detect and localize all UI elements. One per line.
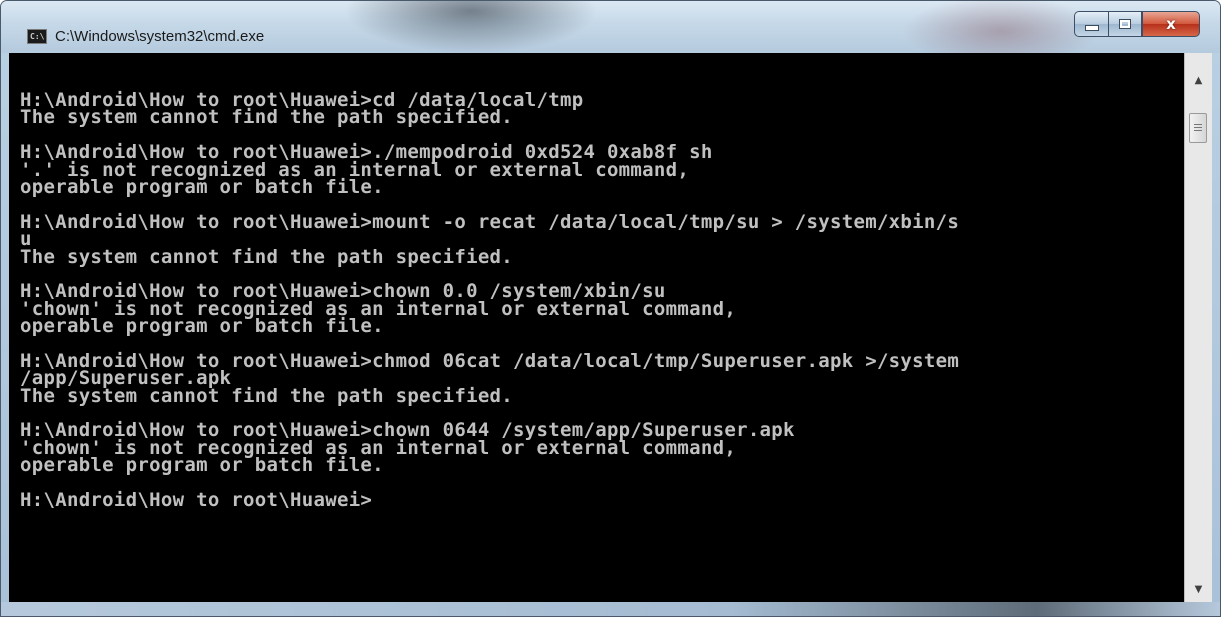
window-title: C:\Windows\system32\cmd.exe <box>55 28 265 45</box>
console-line: The system cannot find the path specifie… <box>20 384 514 407</box>
console-line: H:\Android\How to root\Huawei>chown 0644… <box>20 419 795 442</box>
scroll-down-button[interactable]: ▼ <box>1185 576 1212 602</box>
console-line: H:\Android\How to root\Huawei>mount -o r… <box>20 210 960 233</box>
cmd-window: C:\ C:\Windows\system32\cmd.exe x H:\And… <box>0 0 1221 617</box>
scroll-up-arrow-icon: ▲ <box>1194 74 1203 86</box>
scroll-up-button[interactable]: ▲ <box>1185 67 1212 93</box>
maximize-button[interactable] <box>1108 11 1142 37</box>
console-line: 'chown' is not recognized as an internal… <box>20 436 737 459</box>
console-lines: H:\Android\How to root\Huawei>cd /data/l… <box>20 89 960 511</box>
console-line: '.' is not recognized as an internal or … <box>20 158 690 181</box>
close-icon: x <box>1166 15 1176 33</box>
title-bar[interactable]: C:\ C:\Windows\system32\cmd.exe x <box>1 1 1220 53</box>
close-button[interactable]: x <box>1142 11 1200 37</box>
console-line: H:\Android\How to root\Huawei> <box>20 488 373 511</box>
console-output[interactable]: H:\Android\How to root\Huawei>cd /data/l… <box>9 53 1206 604</box>
minimize-icon <box>1084 25 1099 31</box>
caption-buttons: x <box>1074 11 1200 37</box>
console-line: The system cannot find the path specifie… <box>20 106 514 129</box>
vertical-scrollbar[interactable]: ▲ ▼ <box>1184 53 1212 604</box>
grip-icon <box>1194 124 1202 132</box>
scroll-thumb[interactable] <box>1189 113 1207 143</box>
console-line: H:\Android\How to root\Huawei>cd /data/l… <box>20 89 584 111</box>
console-line: H:\Android\How to root\Huawei>chmod 06ca… <box>20 349 960 372</box>
window-bottom-frame <box>1 602 1220 616</box>
maximize-icon <box>1119 19 1131 29</box>
minimize-button[interactable] <box>1074 11 1108 37</box>
console-line: 'chown' is not recognized as an internal… <box>20 297 737 320</box>
console-line: H:\Android\How to root\Huawei>chown 0.0 … <box>20 280 666 303</box>
console-line: The system cannot find the path specifie… <box>20 245 514 268</box>
console-line: H:\Android\How to root\Huawei>./mempodro… <box>20 141 713 164</box>
scroll-down-arrow-icon: ▼ <box>1194 583 1203 595</box>
cmd-icon[interactable]: C:\ <box>27 29 47 44</box>
